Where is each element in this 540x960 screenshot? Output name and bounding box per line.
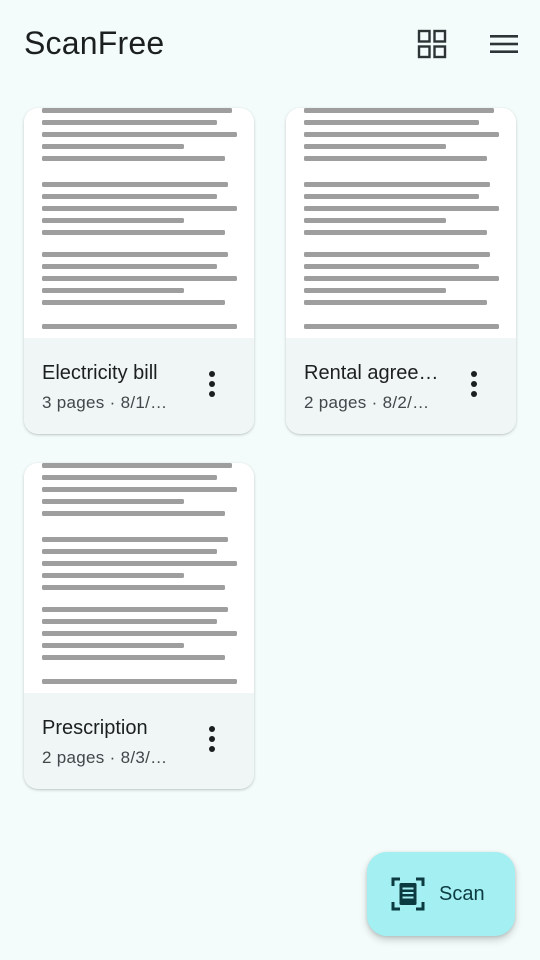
thumbnail-text-line bbox=[42, 288, 184, 293]
document-more-button[interactable] bbox=[196, 719, 228, 759]
thumbnail-text-line bbox=[304, 230, 487, 235]
document-thumbnail bbox=[286, 108, 516, 338]
thumbnail-text-line bbox=[42, 511, 225, 516]
thumbnail-text-line bbox=[42, 631, 237, 636]
grid-view-icon bbox=[417, 29, 447, 59]
thumbnail-text-line bbox=[42, 276, 237, 281]
scan-fab-button[interactable]: Scan bbox=[367, 852, 515, 936]
document-more-button[interactable] bbox=[458, 364, 490, 404]
thumbnail-text-line bbox=[42, 144, 184, 149]
top-app-bar: ScanFree bbox=[0, 0, 540, 86]
thumbnail-text-line bbox=[304, 324, 499, 329]
thumbnail-text-line bbox=[42, 108, 232, 113]
menu-icon bbox=[490, 35, 518, 53]
thumbnail-text-line bbox=[304, 156, 487, 161]
thumbnail-text-line bbox=[304, 206, 499, 211]
thumbnail-text-line bbox=[42, 499, 184, 504]
more-vert-icon bbox=[209, 726, 215, 752]
document-meta: 3 pages · 8/1/… bbox=[42, 393, 168, 412]
document-scanner-icon bbox=[391, 877, 425, 911]
document-more-button[interactable] bbox=[196, 364, 228, 404]
grid-view-button[interactable] bbox=[412, 24, 452, 64]
thumbnail-text-line bbox=[42, 324, 237, 329]
document-card-prescription[interactable]: Prescription 2 pages · 8/3/… bbox=[24, 463, 254, 789]
thumbnail-text-line bbox=[42, 475, 217, 480]
document-name: Rental agreement bbox=[304, 362, 454, 384]
document-info: Electricity bill 3 pages · 8/1/… bbox=[24, 338, 254, 434]
thumbnail-text-line bbox=[42, 264, 217, 269]
thumbnail-text-line bbox=[42, 206, 237, 211]
thumbnail-text-line bbox=[42, 120, 217, 125]
thumbnail-text-line bbox=[42, 156, 225, 161]
document-info: Prescription 2 pages · 8/3/… bbox=[24, 693, 254, 789]
thumbnail-text-line bbox=[304, 252, 490, 257]
document-thumbnail bbox=[24, 108, 254, 338]
thumbnail-text-line bbox=[42, 679, 237, 684]
thumbnail-text-line bbox=[304, 194, 479, 199]
thumbnail-text-line bbox=[42, 573, 184, 578]
thumbnail-text-line bbox=[42, 607, 228, 612]
thumbnail-text-line bbox=[304, 264, 479, 269]
document-name: Electricity bill bbox=[42, 362, 158, 384]
thumbnail-text-line bbox=[304, 108, 494, 113]
thumbnail-text-line bbox=[42, 549, 217, 554]
thumbnail-text-line bbox=[304, 132, 499, 137]
thumbnail-text-line bbox=[304, 300, 487, 305]
app-title: ScanFree bbox=[24, 25, 165, 61]
document-card-electricity-bill[interactable]: Electricity bill 3 pages · 8/1/… bbox=[24, 108, 254, 434]
thumbnail-text-line bbox=[304, 144, 446, 149]
document-info: Rental agreement 2 pages · 8/2/… bbox=[286, 338, 516, 434]
app-screen: ScanFree Electricity bill 3 pages · 8/1/… bbox=[0, 0, 540, 960]
more-vert-icon bbox=[209, 371, 215, 397]
thumbnail-text-line bbox=[42, 182, 228, 187]
thumbnail-text-line bbox=[42, 655, 225, 660]
thumbnail-text-line bbox=[42, 252, 228, 257]
document-thumbnail bbox=[24, 463, 254, 693]
document-name: Prescription bbox=[42, 717, 148, 739]
document-meta: 2 pages · 8/2/… bbox=[304, 393, 430, 412]
thumbnail-text-line bbox=[42, 585, 225, 590]
document-meta: 2 pages · 8/3/… bbox=[42, 748, 168, 767]
thumbnail-text-line bbox=[304, 218, 446, 223]
scan-fab-label: Scan bbox=[439, 883, 485, 905]
thumbnail-text-line bbox=[304, 288, 446, 293]
thumbnail-text-line bbox=[42, 619, 217, 624]
thumbnail-text-line bbox=[304, 276, 499, 281]
thumbnail-text-line bbox=[42, 643, 184, 648]
thumbnail-text-line bbox=[42, 300, 225, 305]
more-vert-icon bbox=[471, 371, 477, 397]
thumbnail-text-line bbox=[42, 463, 232, 468]
thumbnail-text-line bbox=[304, 120, 479, 125]
thumbnail-text-line bbox=[42, 132, 237, 137]
document-card-rental-agreement[interactable]: Rental agreement 2 pages · 8/2/… bbox=[286, 108, 516, 434]
thumbnail-text-line bbox=[42, 487, 237, 492]
thumbnail-text-line bbox=[304, 182, 490, 187]
menu-button[interactable] bbox=[484, 24, 524, 64]
thumbnail-text-line bbox=[42, 218, 184, 223]
thumbnail-text-line bbox=[42, 230, 225, 235]
thumbnail-text-line bbox=[42, 537, 228, 542]
thumbnail-text-line bbox=[42, 194, 217, 199]
thumbnail-text-line bbox=[42, 561, 237, 566]
